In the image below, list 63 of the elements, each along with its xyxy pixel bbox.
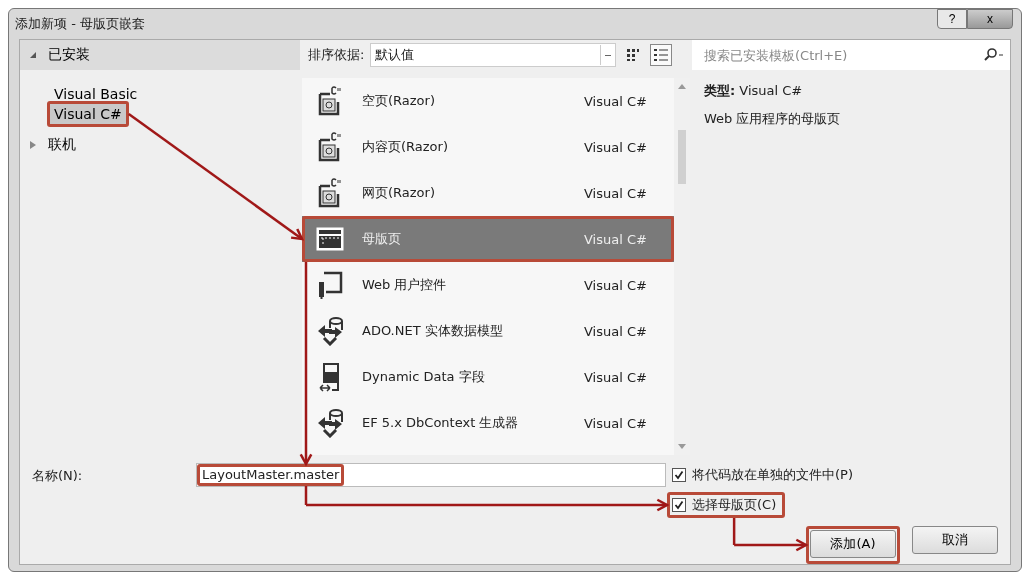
template-item[interactable]: EF 5.x DbContext 生成器 Visual C# xyxy=(302,400,674,446)
template-item[interactable]: 内容页(Razor) Visual C# xyxy=(302,124,674,170)
template-name: Web 用户控件 xyxy=(362,276,448,294)
template-name: EF 5.x DbContext 生成器 xyxy=(362,414,520,432)
tree-item[interactable]: Visual Basic xyxy=(50,84,142,104)
page-icon xyxy=(316,178,344,208)
list-view-icon xyxy=(653,48,670,62)
database-arrows-icon xyxy=(316,316,344,346)
template-language: Visual C# xyxy=(584,185,648,201)
template-language: Visual C# xyxy=(584,323,648,339)
database-arrows-icon xyxy=(316,408,344,438)
tree-item[interactable]: 联机 xyxy=(44,134,80,156)
name-input-field[interactable]: LayoutMaster.master xyxy=(196,463,666,487)
template-language: Visual C# xyxy=(584,93,648,109)
template-name: ADO.NET 实体数据模型 xyxy=(362,322,504,340)
caret-icon xyxy=(605,54,612,56)
template-item[interactable]: ADO.NET 实体数据模型 Visual C# xyxy=(302,308,674,354)
expanded-arrow-icon[interactable] xyxy=(30,52,36,58)
checkbox[interactable] xyxy=(672,498,686,512)
template-language: Visual C# xyxy=(584,415,648,431)
checkbox-label: 将代码放在单独的文件中(P) xyxy=(692,466,853,484)
template-description: Web 应用程序的母版页 xyxy=(704,110,842,128)
search-box[interactable]: 搜索已安装模板(Ctrl+E) xyxy=(692,40,1010,70)
grid-view-icon xyxy=(626,48,641,62)
highlighted-name-value: LayoutMaster.master xyxy=(197,464,345,486)
sort-label: 排序依据: xyxy=(308,46,365,64)
sort-value: 默认值 xyxy=(375,46,415,64)
add-button[interactable]: 添加(A) xyxy=(810,530,896,558)
checkbox[interactable] xyxy=(672,468,686,482)
collapsed-arrow-icon[interactable] xyxy=(30,141,36,149)
cancel-button[interactable]: 取消 xyxy=(912,526,998,554)
template-name: 网页(Razor) xyxy=(362,184,436,202)
template-language: Visual C# xyxy=(584,277,648,293)
template-item[interactable]: 网页(Razor) Visual C# xyxy=(302,170,674,216)
check-icon xyxy=(674,470,684,480)
search-icon xyxy=(984,48,1004,62)
control-icon xyxy=(316,270,344,300)
window-layout-icon xyxy=(316,224,344,254)
checkbox-label: 选择母版页(C) xyxy=(692,496,777,514)
template-language: Visual C# xyxy=(584,369,648,385)
template-language: Visual C# xyxy=(584,139,648,155)
page-icon xyxy=(316,132,344,162)
template-name: 母版页 xyxy=(362,230,402,248)
tree-item[interactable]: Visual C# xyxy=(50,104,126,124)
annotation-line xyxy=(732,518,736,545)
template-type: 类型: Visual C# xyxy=(704,82,804,100)
template-name: Dynamic Data 字段 xyxy=(362,368,486,386)
template-item[interactable]: 空页(Razor) Visual C# xyxy=(302,78,674,124)
page-icon xyxy=(316,86,344,116)
name-label: 名称(N): xyxy=(32,467,84,485)
sort-dropdown[interactable]: 默认值 xyxy=(370,43,617,67)
tree-item[interactable]: 已安装 xyxy=(44,44,94,66)
template-item[interactable]: Dynamic Data 字段 Visual C# xyxy=(302,354,674,400)
template-name: 空页(Razor) xyxy=(362,92,436,110)
template-item[interactable]: Web 用户控件 Visual C# xyxy=(302,262,674,308)
close-button[interactable]: x xyxy=(967,9,1013,29)
template-name: 内容页(Razor) xyxy=(362,138,449,156)
check-icon xyxy=(674,500,684,510)
window-title: 添加新项 - 母版页嵌套 xyxy=(15,15,145,33)
annotation-line xyxy=(304,486,308,505)
list-view-button[interactable] xyxy=(650,44,673,66)
help-button[interactable]: ? xyxy=(937,9,967,29)
template-language: Visual C# xyxy=(584,231,648,247)
